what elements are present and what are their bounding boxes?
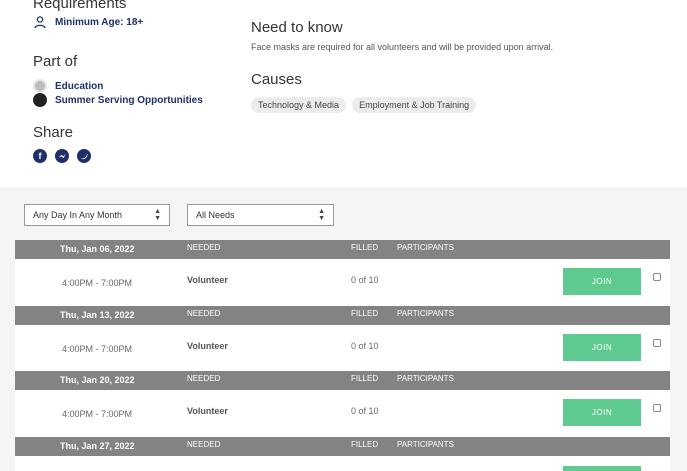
participants-header: PARTICIPANTS <box>397 374 454 383</box>
part-of-label[interactable]: Education <box>55 81 103 92</box>
filled-header: FILLED <box>351 309 379 318</box>
cause-tag[interactable]: Employment & Job Training <box>352 97 477 113</box>
shift-checkbox[interactable] <box>653 273 661 281</box>
messenger-icon[interactable] <box>55 149 69 163</box>
causes-tags: Technology & Media Employment & Job Trai… <box>251 97 477 113</box>
needs-filter-select[interactable]: All Needs ▲ ▼ <box>187 204 334 226</box>
part-of-label[interactable]: Summer Serving Opportunities <box>55 95 203 106</box>
join-button[interactable]: JOIN <box>563 334 641 361</box>
date-header: Thu, Jan 06, 2022 NEEDED FILLED PARTICIP… <box>15 240 670 259</box>
select-caret-icon: ▲ ▼ <box>154 208 161 222</box>
requirements-heading: Requirements <box>33 0 127 12</box>
date-label: Thu, Jan 27, 2022 <box>60 441 135 451</box>
need-to-know-heading: Need to know <box>251 19 343 36</box>
shift-row: 4:00PM - 7:00PM Volunteer 0 of 10 JOIN <box>15 259 670 306</box>
date-label: Thu, Jan 13, 2022 <box>60 310 135 320</box>
shift-checkbox[interactable] <box>653 404 661 412</box>
filled-header: FILLED <box>351 440 379 449</box>
shift-filled: 0 of 10 <box>351 406 379 416</box>
cause-tag[interactable]: Technology & Media <box>251 97 347 113</box>
shift-row: 4:00PM - 7:00PM Volunteer 0 of 10 JOIN <box>15 325 670 372</box>
share-icons: f <box>33 149 91 163</box>
min-age-label: Minimum Age: 18+ <box>55 16 144 28</box>
share-heading: Share <box>33 124 74 141</box>
requirement-item: Minimum Age: 18+ <box>33 15 143 29</box>
day-filter-select[interactable]: Any Day In Any Month ▲ ▼ <box>24 204 170 226</box>
day-filter-value: Any Day In Any Month <box>33 210 123 220</box>
needed-header: NEEDED <box>187 309 221 318</box>
join-button[interactable]: JOIN <box>563 268 641 295</box>
needed-header: NEEDED <box>187 440 221 449</box>
part-of-item-summer-serving[interactable]: Summer Serving Opportunities <box>33 93 203 107</box>
date-header: Thu, Jan 27, 2022 NEEDED FILLED PARTICIP… <box>15 437 670 456</box>
needed-header: NEEDED <box>187 243 221 252</box>
summer-serving-avatar <box>33 93 47 107</box>
participants-header: PARTICIPANTS <box>397 309 454 318</box>
person-icon <box>34 16 46 29</box>
event-details: Requirements Minimum Age: 18+ Part of Ed… <box>0 0 687 187</box>
shift-role: Volunteer <box>187 341 228 351</box>
join-button[interactable] <box>563 466 641 471</box>
facebook-icon[interactable]: f <box>33 149 47 163</box>
date-label: Thu, Jan 20, 2022 <box>60 375 135 385</box>
filled-header: FILLED <box>351 374 379 383</box>
shift-row: 4:00PM - 7:00PM Volunteer 0 of 10 JOIN <box>15 390 670 437</box>
shift-filled: 0 of 10 <box>351 275 379 285</box>
part-of-heading: Part of <box>33 53 78 70</box>
shift-role: Volunteer <box>187 275 228 285</box>
causes-heading: Causes <box>251 71 302 88</box>
date-header: Thu, Jan 13, 2022 NEEDED FILLED PARTICIP… <box>15 306 670 325</box>
part-of-item-education[interactable]: Education <box>33 79 103 93</box>
shift-role: Volunteer <box>187 406 228 416</box>
twitter-icon[interactable] <box>77 149 91 163</box>
shift-filled: 0 of 10 <box>351 341 379 351</box>
shift-time: 4:00PM - 7:00PM <box>62 344 133 354</box>
shift-checkbox[interactable] <box>653 339 661 347</box>
select-caret-icon: ▲ ▼ <box>318 208 325 222</box>
filled-header: FILLED <box>351 243 379 252</box>
shift-row <box>15 456 670 471</box>
education-avatar <box>33 79 47 93</box>
shift-time: 4:00PM - 7:00PM <box>62 409 133 419</box>
date-label: Thu, Jan 06, 2022 <box>60 244 135 254</box>
shift-time: 4:00PM - 7:00PM <box>62 278 133 288</box>
needed-header: NEEDED <box>187 374 221 383</box>
date-header: Thu, Jan 20, 2022 NEEDED FILLED PARTICIP… <box>15 371 670 390</box>
participants-header: PARTICIPANTS <box>397 440 454 449</box>
needs-filter-value: All Needs <box>196 210 235 220</box>
need-to-know-text: Face masks are required for all voluntee… <box>251 42 554 52</box>
join-button[interactable]: JOIN <box>563 399 641 426</box>
participants-header: PARTICIPANTS <box>397 243 454 252</box>
